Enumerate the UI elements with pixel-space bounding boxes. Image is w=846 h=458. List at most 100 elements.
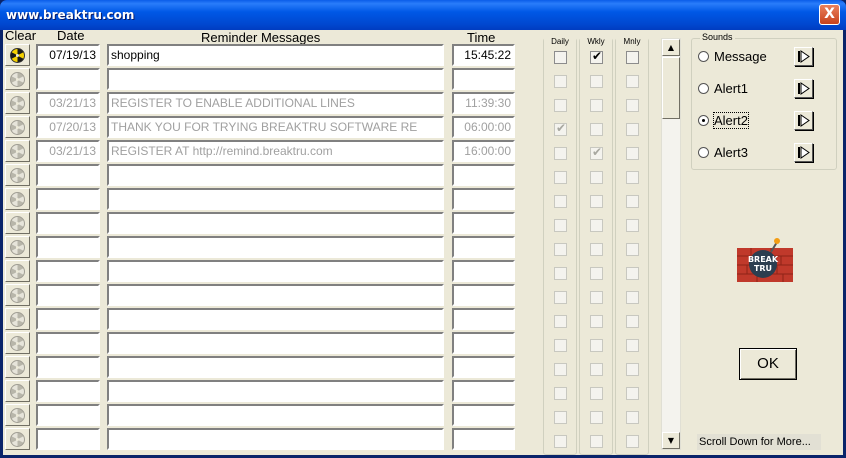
daily-checkbox[interactable] <box>554 171 567 184</box>
weekly-checkbox[interactable] <box>590 411 603 424</box>
daily-checkbox[interactable] <box>554 195 567 208</box>
date-field[interactable] <box>36 284 100 306</box>
scroll-up-button[interactable]: ▲ <box>662 39 680 56</box>
monthly-checkbox[interactable] <box>626 219 639 232</box>
date-field[interactable] <box>36 380 100 402</box>
monthly-checkbox[interactable] <box>626 291 639 304</box>
weekly-checkbox[interactable] <box>590 171 603 184</box>
date-field[interactable] <box>36 404 100 426</box>
play-sound-button[interactable] <box>794 143 813 162</box>
scroll-thumb[interactable] <box>662 57 680 119</box>
weekly-checkbox[interactable] <box>590 435 603 448</box>
clear-button[interactable] <box>5 356 30 378</box>
ok-button[interactable]: OK <box>739 348 797 380</box>
clear-button[interactable] <box>5 116 30 138</box>
date-field[interactable]: 03/21/13 <box>36 140 100 162</box>
message-field[interactable] <box>107 188 444 210</box>
date-field[interactable] <box>36 164 100 186</box>
weekly-checkbox[interactable] <box>590 123 603 136</box>
message-field[interactable] <box>107 404 444 426</box>
time-field[interactable] <box>452 164 515 186</box>
vertical-scrollbar[interactable]: ▲ ▼ <box>661 38 681 450</box>
date-field[interactable] <box>36 332 100 354</box>
monthly-checkbox[interactable] <box>626 411 639 424</box>
date-field[interactable] <box>36 68 100 90</box>
sound-option[interactable]: Alert3 <box>698 143 832 163</box>
sound-radio[interactable] <box>698 51 709 62</box>
message-field[interactable]: shopping <box>107 44 444 66</box>
sound-radio[interactable] <box>698 147 709 158</box>
daily-checkbox[interactable] <box>554 51 567 64</box>
time-field[interactable]: 11:39:30 <box>452 92 515 114</box>
close-button[interactable]: X <box>819 4 840 25</box>
weekly-checkbox[interactable] <box>590 99 603 112</box>
message-field[interactable] <box>107 356 444 378</box>
weekly-checkbox[interactable] <box>590 145 603 160</box>
weekly-checkbox[interactable] <box>590 195 603 208</box>
time-field[interactable]: 16:00:00 <box>452 140 515 162</box>
clear-button[interactable] <box>5 428 30 450</box>
clear-button[interactable] <box>5 92 30 114</box>
time-field[interactable] <box>452 332 515 354</box>
date-field[interactable]: 07/20/13 <box>36 116 100 138</box>
monthly-checkbox[interactable] <box>626 147 639 160</box>
message-field[interactable] <box>107 164 444 186</box>
clear-button[interactable] <box>5 188 30 210</box>
time-field[interactable] <box>452 308 515 330</box>
time-field[interactable] <box>452 212 515 234</box>
message-field[interactable] <box>107 308 444 330</box>
daily-checkbox[interactable] <box>554 435 567 448</box>
sound-label[interactable]: Message <box>714 49 767 64</box>
monthly-checkbox[interactable] <box>626 363 639 376</box>
time-field[interactable] <box>452 236 515 258</box>
daily-checkbox[interactable] <box>554 363 567 376</box>
clear-button[interactable] <box>5 260 30 282</box>
weekly-checkbox[interactable] <box>590 49 603 64</box>
weekly-checkbox[interactable] <box>590 363 603 376</box>
play-sound-button[interactable] <box>794 47 813 66</box>
daily-checkbox[interactable] <box>554 99 567 112</box>
monthly-checkbox[interactable] <box>626 267 639 280</box>
message-field[interactable] <box>107 428 444 450</box>
date-field[interactable]: 03/21/13 <box>36 92 100 114</box>
daily-checkbox[interactable] <box>554 291 567 304</box>
daily-checkbox[interactable] <box>554 315 567 328</box>
clear-button[interactable] <box>5 308 30 330</box>
monthly-checkbox[interactable] <box>626 435 639 448</box>
monthly-checkbox[interactable] <box>626 171 639 184</box>
clear-button[interactable] <box>5 68 30 90</box>
message-field[interactable] <box>107 236 444 258</box>
date-field[interactable] <box>36 212 100 234</box>
daily-checkbox[interactable] <box>554 267 567 280</box>
time-field[interactable]: 15:45:22 <box>452 44 515 66</box>
sound-radio[interactable] <box>698 83 709 94</box>
sound-label[interactable]: Alert1 <box>714 81 748 96</box>
daily-checkbox[interactable] <box>554 387 567 400</box>
message-field[interactable] <box>107 332 444 354</box>
time-field[interactable] <box>452 68 515 90</box>
daily-checkbox[interactable] <box>554 121 567 136</box>
weekly-checkbox[interactable] <box>590 315 603 328</box>
date-field[interactable] <box>36 188 100 210</box>
weekly-checkbox[interactable] <box>590 75 603 88</box>
weekly-checkbox[interactable] <box>590 243 603 256</box>
message-field[interactable]: THANK YOU FOR TRYING BREAKTRU SOFTWARE R… <box>107 116 444 138</box>
date-field[interactable] <box>36 356 100 378</box>
clear-button[interactable] <box>5 140 30 162</box>
time-field[interactable] <box>452 284 515 306</box>
message-field[interactable]: REGISTER AT http://remind.breaktru.com <box>107 140 444 162</box>
daily-checkbox[interactable] <box>554 147 567 160</box>
daily-checkbox[interactable] <box>554 339 567 352</box>
monthly-checkbox[interactable] <box>626 75 639 88</box>
daily-checkbox[interactable] <box>554 411 567 424</box>
clear-button[interactable] <box>5 212 30 234</box>
message-field[interactable] <box>107 212 444 234</box>
sound-radio[interactable] <box>698 115 709 126</box>
time-field[interactable] <box>452 380 515 402</box>
monthly-checkbox[interactable] <box>626 315 639 328</box>
daily-checkbox[interactable] <box>554 75 567 88</box>
clear-button[interactable] <box>5 380 30 402</box>
sound-label[interactable]: Alert2 <box>713 112 749 129</box>
clear-button[interactable] <box>5 44 30 66</box>
monthly-checkbox[interactable] <box>626 195 639 208</box>
